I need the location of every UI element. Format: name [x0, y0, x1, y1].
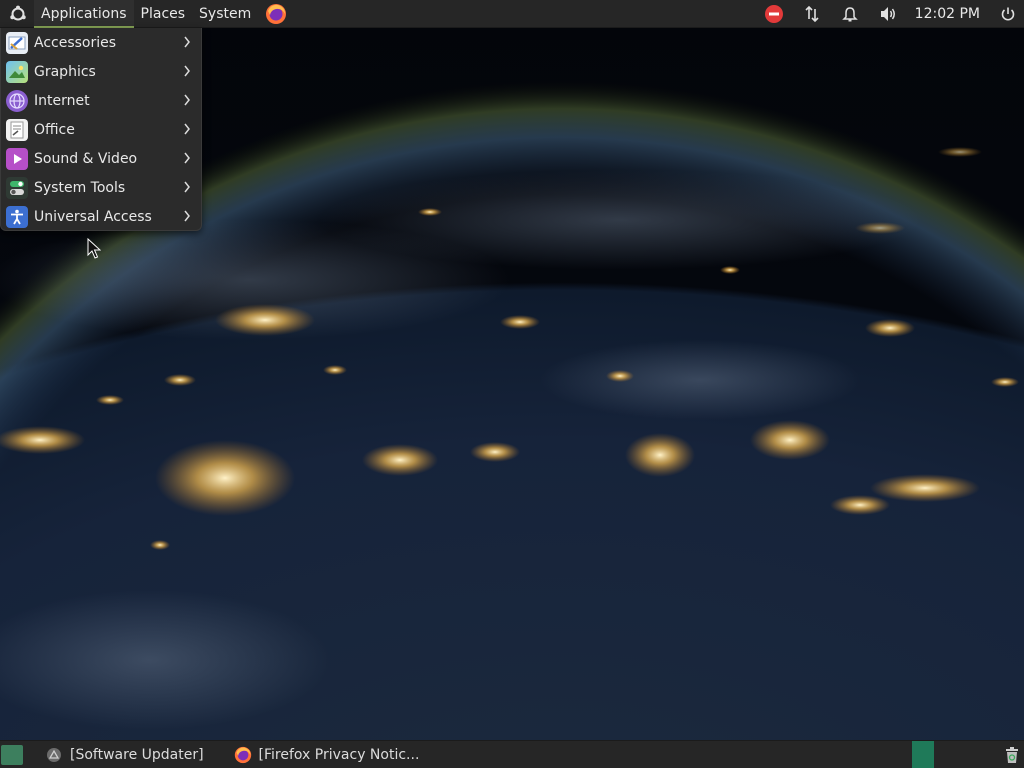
menu-item-label: Office: [34, 121, 75, 138]
chevron-right-icon: [184, 94, 190, 106]
places-menu-button[interactable]: Places: [134, 0, 193, 28]
chevron-right-icon: [184, 210, 190, 222]
panel-right: 12:02 PM: [755, 0, 1024, 28]
ubuntu-logo-icon[interactable]: [8, 4, 28, 24]
bell-icon[interactable]: [831, 0, 869, 28]
menu-item-label: Sound & Video: [34, 150, 138, 167]
menu-item-universal-access[interactable]: Universal Access: [1, 202, 201, 231]
firefox-icon[interactable]: [264, 2, 288, 26]
universal-access-icon: [6, 205, 28, 228]
menu-item-label: System Tools: [34, 179, 126, 196]
software-updater-icon: [45, 746, 63, 764]
show-desktop-button[interactable]: [1, 744, 23, 765]
menu-item-label: Universal Access: [34, 208, 152, 225]
chevron-right-icon: [184, 123, 190, 135]
workspace-switcher[interactable]: [912, 741, 934, 768]
panel-left: Applications Places System: [0, 0, 288, 28]
sound-video-icon: [6, 147, 28, 170]
chevron-right-icon: [184, 65, 190, 77]
taskbar-item-label: [Software Updater]: [70, 746, 204, 763]
do-not-disturb-icon[interactable]: [755, 0, 793, 28]
graphics-icon: [6, 60, 28, 83]
menu-item-label: Accessories: [34, 34, 117, 51]
menu-item-system-tools[interactable]: System Tools: [1, 173, 201, 202]
menu-item-office[interactable]: Office: [1, 115, 201, 144]
taskbar-item-software-updater[interactable]: [Software Updater]: [37, 741, 212, 768]
network-icon[interactable]: [793, 0, 831, 28]
menu-item-sound-video[interactable]: Sound & Video: [1, 144, 201, 173]
taskbar-item-label: [Firefox Privacy Notic...: [258, 746, 420, 763]
menu-item-graphics[interactable]: Graphics: [1, 57, 201, 86]
menu-item-accessories[interactable]: Accessories: [1, 28, 201, 57]
applications-menu: Accessories Graphics Internet Office Sou…: [0, 28, 202, 231]
chevron-right-icon: [184, 181, 190, 193]
accessories-icon: [6, 31, 28, 54]
office-icon: [6, 118, 28, 141]
system-menu-button[interactable]: System: [192, 0, 258, 28]
clock[interactable]: 12:02 PM: [907, 6, 992, 22]
chevron-right-icon: [184, 152, 190, 164]
internet-icon: [6, 89, 28, 112]
menu-item-label: Graphics: [34, 63, 96, 80]
menu-item-internet[interactable]: Internet: [1, 86, 201, 115]
firefox-icon: [234, 746, 252, 764]
trash-icon[interactable]: [1002, 744, 1022, 766]
menu-item-label: Internet: [34, 92, 90, 109]
system-tools-icon: [6, 176, 28, 199]
mouse-cursor-icon: [87, 238, 101, 259]
top-panel: Applications Places System 12:02 PM: [0, 0, 1024, 28]
power-icon[interactable]: [992, 0, 1024, 28]
bottom-panel: [Software Updater] [Firefox Privacy Noti…: [0, 740, 1024, 768]
chevron-right-icon: [184, 36, 190, 48]
taskbar-item-firefox-privacy[interactable]: [Firefox Privacy Notic...: [226, 741, 428, 768]
volume-icon[interactable]: [869, 0, 907, 28]
applications-menu-button[interactable]: Applications: [34, 0, 134, 28]
